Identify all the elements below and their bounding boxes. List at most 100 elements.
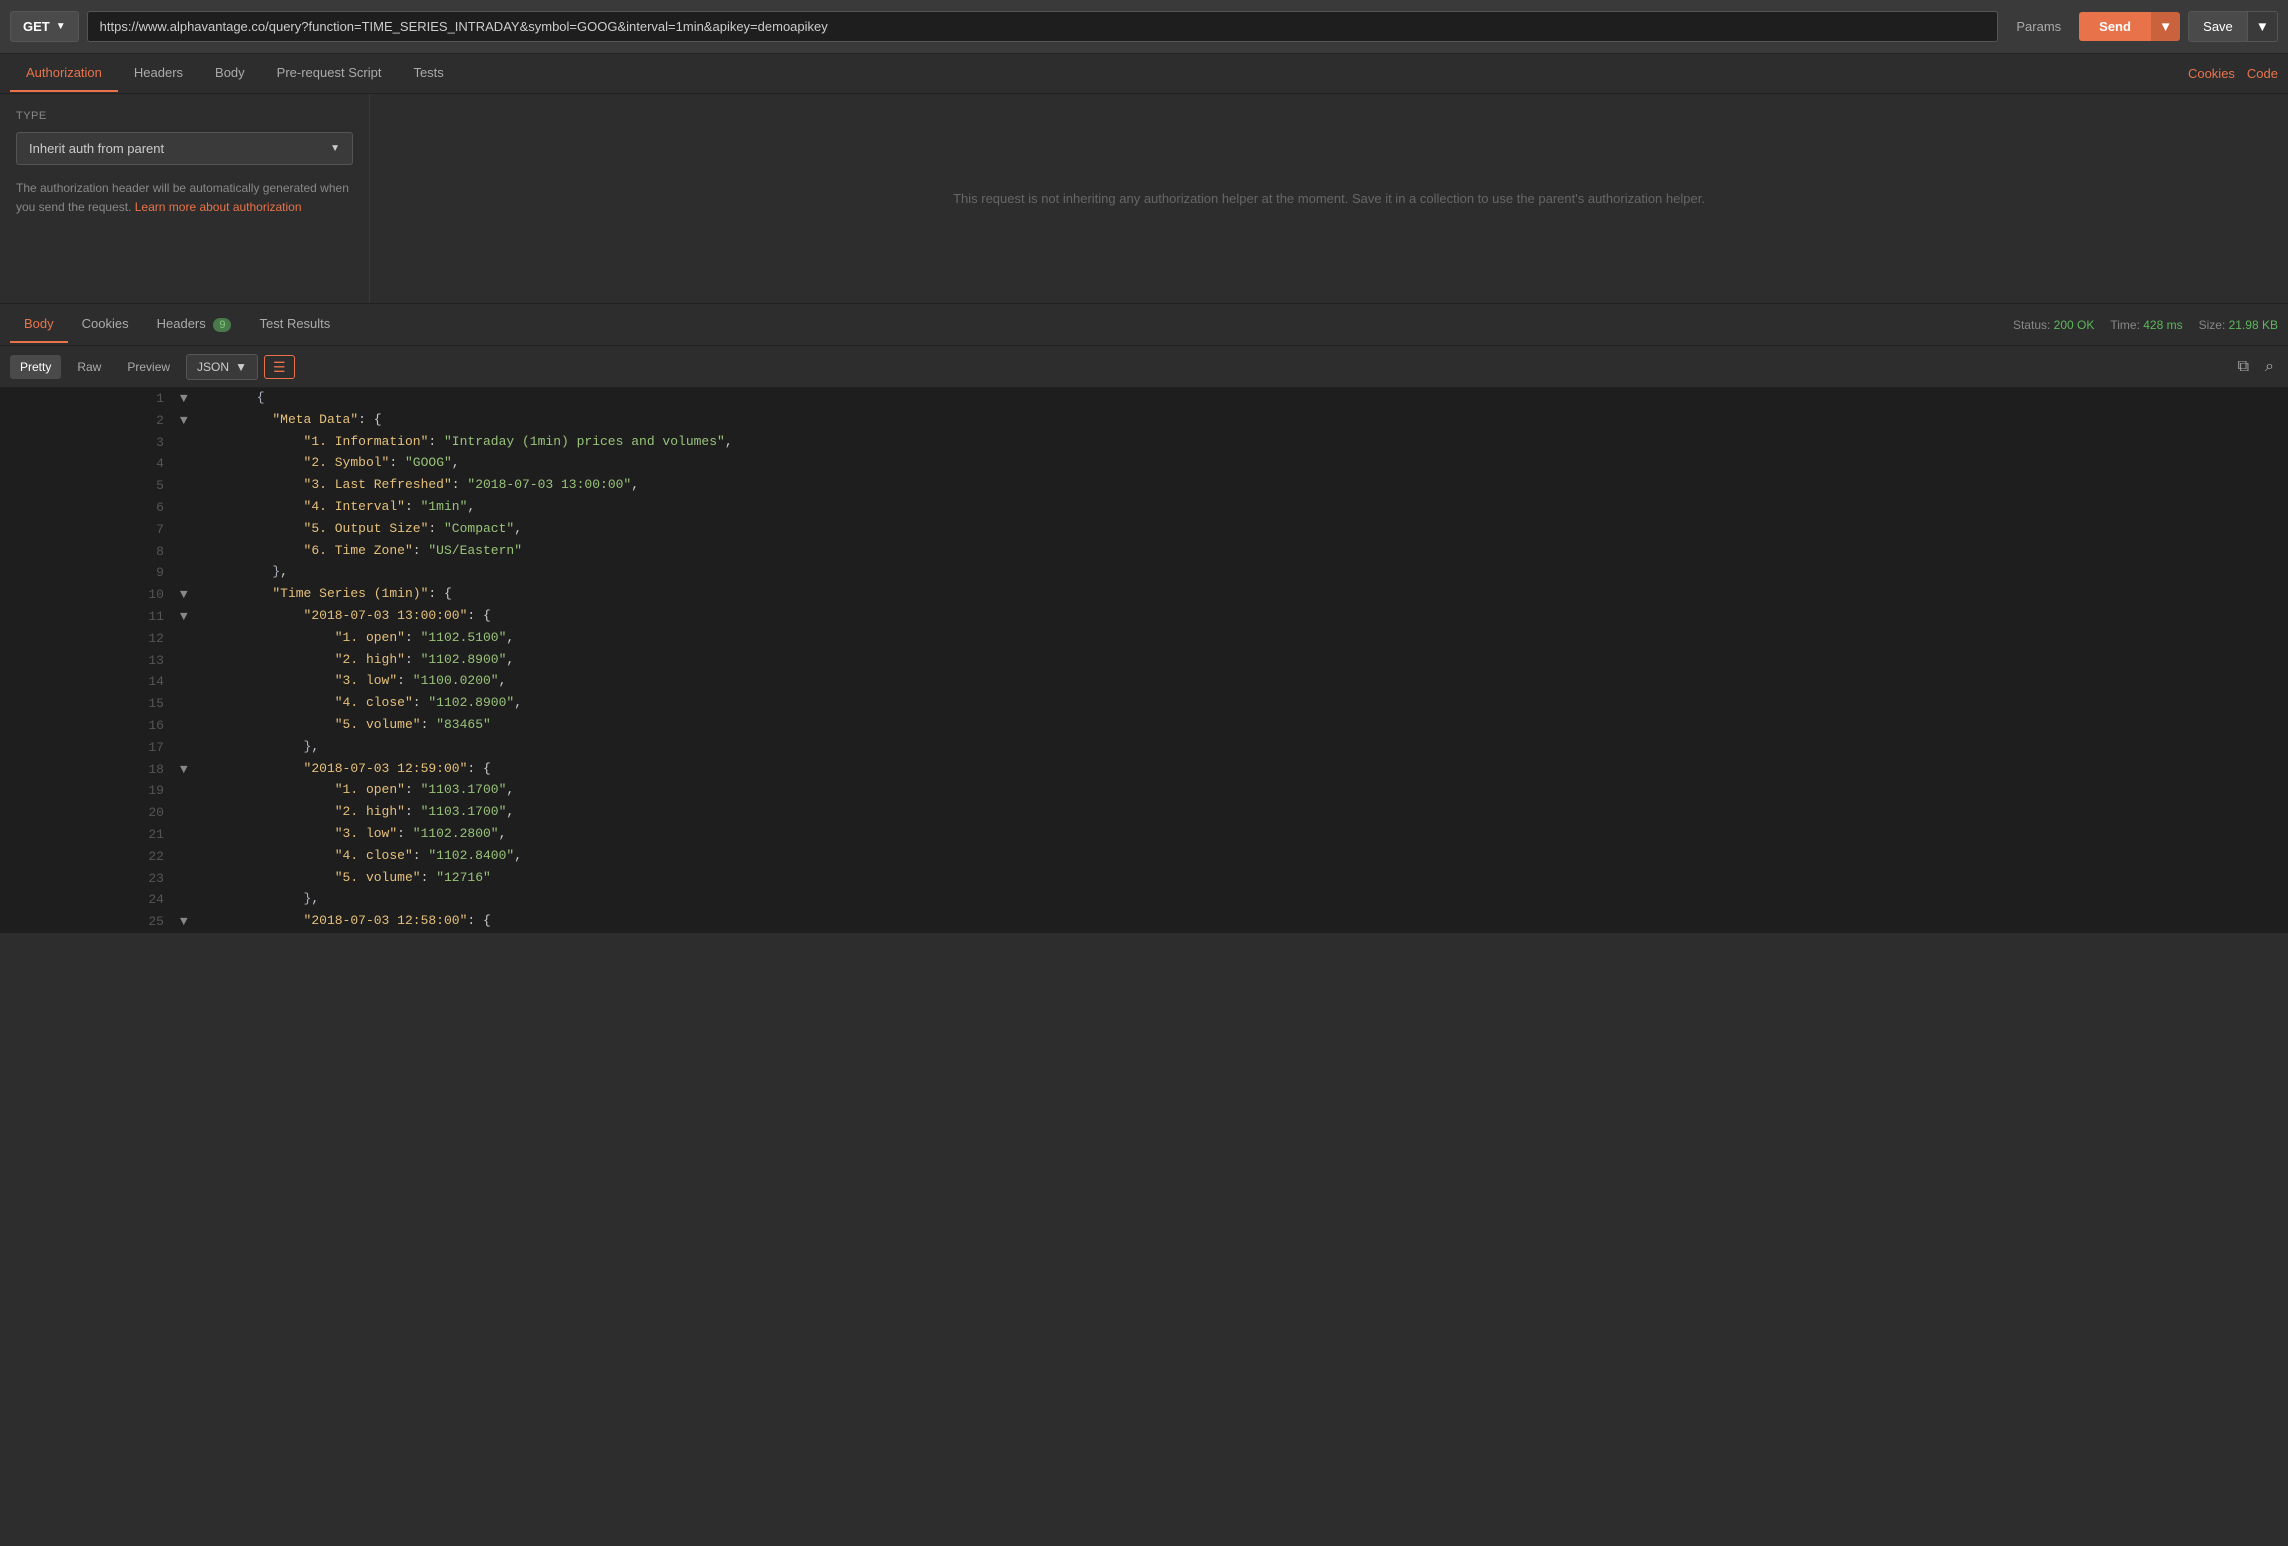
line-number: 21	[0, 824, 174, 846]
line-code: },	[257, 562, 2288, 584]
line-arrow-icon	[174, 671, 257, 693]
tab-headers[interactable]: Headers	[118, 55, 199, 92]
line-number: 5	[0, 475, 174, 497]
auth-learn-more-link[interactable]: Learn more about authorization	[135, 200, 302, 214]
table-row: 7 "5. Output Size": "Compact",	[0, 519, 2288, 541]
size-label: Size: 21.98 KB	[2199, 318, 2278, 332]
type-label: TYPE	[16, 110, 353, 122]
line-arrow-icon[interactable]: ▼	[174, 388, 257, 410]
table-row: 5 "3. Last Refreshed": "2018-07-03 13:00…	[0, 475, 2288, 497]
line-arrow-icon	[174, 562, 257, 584]
params-button[interactable]: Params	[2006, 12, 2071, 41]
line-arrow-icon	[174, 824, 257, 846]
send-button[interactable]: Send	[2079, 12, 2151, 41]
line-arrow-icon	[174, 519, 257, 541]
line-number: 15	[0, 693, 174, 715]
line-arrow-icon	[174, 541, 257, 563]
format-bar: Pretty Raw Preview JSON ▼ ☰ ⧉ ⌕	[0, 346, 2288, 388]
raw-button[interactable]: Raw	[67, 355, 111, 379]
line-arrow-icon	[174, 868, 257, 890]
table-row: 11▼ "2018-07-03 13:00:00": {	[0, 606, 2288, 628]
line-code: "5. volume": "12716"	[257, 868, 2288, 890]
line-number: 7	[0, 519, 174, 541]
code-table: 1▼{2▼ "Meta Data": {3 "1. Information": …	[0, 388, 2288, 933]
status-label: Status: 200 OK	[2013, 318, 2094, 332]
resp-tab-test-results[interactable]: Test Results	[245, 306, 344, 343]
table-row: 3 "1. Information": "Intraday (1min) pri…	[0, 432, 2288, 454]
line-code: "1. open": "1103.1700",	[257, 780, 2288, 802]
send-dropdown-button[interactable]: ▼	[2151, 12, 2180, 41]
line-number: 23	[0, 868, 174, 890]
table-row: 25▼ "2018-07-03 12:58:00": {	[0, 911, 2288, 933]
save-dropdown-button[interactable]: ▼	[2248, 11, 2278, 42]
line-number: 13	[0, 650, 174, 672]
line-code: },	[257, 737, 2288, 759]
table-row: 16 "5. volume": "83465"	[0, 715, 2288, 737]
line-arrow-icon	[174, 715, 257, 737]
format-right: ⧉ ⌕	[2234, 354, 2278, 380]
table-row: 15 "4. close": "1102.8900",	[0, 693, 2288, 715]
line-code: "Time Series (1min)": {	[257, 584, 2288, 606]
line-arrow-icon	[174, 802, 257, 824]
status-value: 200 OK	[2054, 318, 2095, 332]
response-tabs: Body Cookies Headers 9 Test Results Stat…	[0, 304, 2288, 346]
resp-tab-headers[interactable]: Headers 9	[143, 306, 246, 343]
format-value: JSON	[197, 360, 229, 374]
pretty-button[interactable]: Pretty	[10, 355, 61, 379]
line-number: 16	[0, 715, 174, 737]
line-number: 11	[0, 606, 174, 628]
line-code: },	[257, 889, 2288, 911]
auth-section: TYPE Inherit auth from parent ▼ The auth…	[0, 94, 2288, 304]
cookies-link[interactable]: Cookies	[2188, 66, 2235, 81]
line-number: 22	[0, 846, 174, 868]
line-number: 18	[0, 759, 174, 781]
line-code: {	[257, 388, 2288, 410]
line-code: "2018-07-03 13:00:00": {	[257, 606, 2288, 628]
line-number: 1	[0, 388, 174, 410]
table-row: 14 "3. low": "1100.0200",	[0, 671, 2288, 693]
line-arrow-icon[interactable]: ▼	[174, 606, 257, 628]
auth-type-chevron-icon: ▼	[330, 143, 340, 154]
tab-pre-request-script[interactable]: Pre-request Script	[261, 55, 398, 92]
table-row: 20 "2. high": "1103.1700",	[0, 802, 2288, 824]
wrap-button[interactable]: ☰	[264, 355, 295, 379]
table-row: 8 "6. Time Zone": "US/Eastern"	[0, 541, 2288, 563]
line-number: 14	[0, 671, 174, 693]
search-icon[interactable]: ⌕	[2261, 354, 2278, 380]
line-code: "5. Output Size": "Compact",	[257, 519, 2288, 541]
line-arrow-icon[interactable]: ▼	[174, 911, 257, 933]
url-input[interactable]	[87, 11, 1999, 42]
tab-authorization[interactable]: Authorization	[10, 55, 118, 92]
code-link[interactable]: Code	[2247, 66, 2278, 81]
tab-tests[interactable]: Tests	[397, 55, 459, 92]
code-area[interactable]: 1▼{2▼ "Meta Data": {3 "1. Information": …	[0, 388, 2288, 933]
save-button[interactable]: Save	[2188, 11, 2248, 42]
auth-right-panel: This request is not inheriting any autho…	[370, 94, 2288, 303]
auth-type-select[interactable]: Inherit auth from parent ▼	[16, 132, 353, 165]
format-select[interactable]: JSON ▼	[186, 354, 258, 380]
tab-body[interactable]: Body	[199, 55, 261, 92]
line-arrow-icon[interactable]: ▼	[174, 759, 257, 781]
format-chevron-icon: ▼	[235, 360, 247, 374]
table-row: 6 "4. Interval": "1min",	[0, 497, 2288, 519]
req-tab-right: Cookies Code	[2188, 66, 2278, 81]
line-arrow-icon[interactable]: ▼	[174, 410, 257, 432]
method-button[interactable]: GET ▼	[10, 11, 79, 42]
save-group: Save ▼	[2188, 11, 2278, 42]
line-arrow-icon[interactable]: ▼	[174, 584, 257, 606]
time-value: 428 ms	[2143, 318, 2182, 332]
resp-tab-body[interactable]: Body	[10, 306, 68, 343]
line-arrow-icon	[174, 650, 257, 672]
request-tabs: Authorization Headers Body Pre-request S…	[0, 54, 2288, 94]
line-code: "2018-07-03 12:59:00": {	[257, 759, 2288, 781]
line-number: 8	[0, 541, 174, 563]
line-code: "3. low": "1100.0200",	[257, 671, 2288, 693]
auth-description: The authorization header will be automat…	[16, 179, 353, 217]
line-code: "2. high": "1102.8900",	[257, 650, 2288, 672]
copy-icon[interactable]: ⧉	[2234, 354, 2253, 380]
method-chevron-icon: ▼	[56, 21, 66, 32]
resp-tab-cookies[interactable]: Cookies	[68, 306, 143, 343]
auth-type-value: Inherit auth from parent	[29, 141, 164, 156]
line-arrow-icon	[174, 693, 257, 715]
preview-button[interactable]: Preview	[117, 355, 180, 379]
